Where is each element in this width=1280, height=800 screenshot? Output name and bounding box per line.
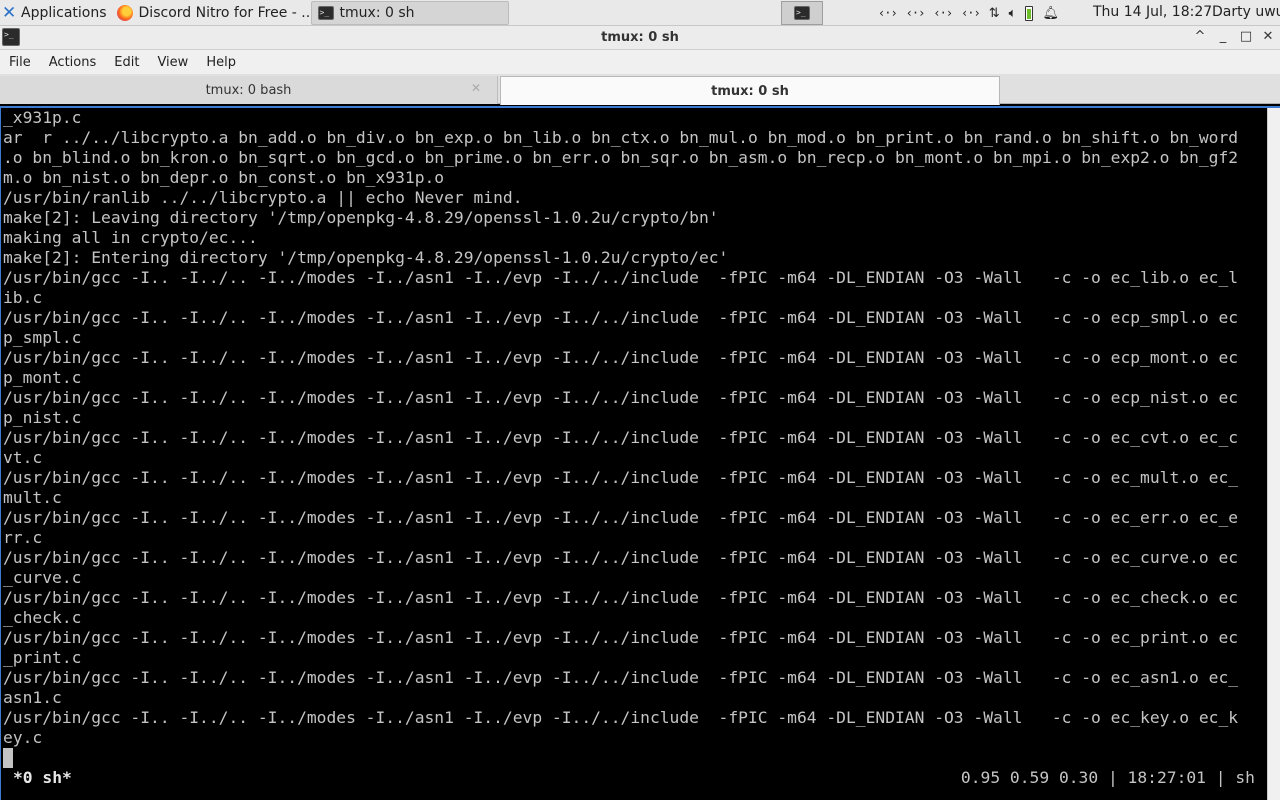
terminal-view[interactable]: _x931p.c ar r ../../libcrypto.a bn_add.o … <box>0 106 1280 800</box>
tab-label: tmux: 0 bash <box>205 82 292 98</box>
network-icon[interactable]: ‹·› <box>878 6 898 20</box>
workspace-switcher[interactable]: >_ <box>781 1 823 25</box>
terminal-line: ey.c <box>3 728 43 747</box>
close-tab-icon[interactable]: ✕ <box>471 81 481 95</box>
window-titlebar[interactable]: >_ tmux: 0 sh ^ _ □ ✕ <box>0 26 1280 50</box>
terminal-line: p_smpl.c <box>3 328 82 347</box>
xfce-logo-icon: ✕ <box>2 2 17 23</box>
menu-actions[interactable]: Actions <box>40 55 106 70</box>
network-icon[interactable]: ‹·› <box>933 6 953 20</box>
terminal-line: asn1.c <box>3 688 62 707</box>
menu-edit[interactable]: Edit <box>105 55 148 70</box>
applications-menu[interactable]: ✕ Applications <box>0 0 111 26</box>
maximize-roll-button[interactable]: ^ <box>1192 29 1208 44</box>
terminal-line: /usr/bin/gcc -I.. -I../.. -I../modes -I.… <box>3 708 1239 727</box>
terminal-line: /usr/bin/gcc -I.. -I../.. -I../modes -I.… <box>3 508 1239 527</box>
tab-bash[interactable]: tmux: 0 bash ✕ <box>0 76 498 104</box>
window-title: tmux: 0 sh <box>601 30 679 45</box>
terminal-line: _x931p.c <box>3 108 82 127</box>
terminal-line: _curve.c <box>3 568 82 587</box>
terminal-line: rr.c <box>3 528 43 547</box>
terminal-line: vt.c <box>3 448 43 467</box>
menu-help[interactable]: Help <box>197 55 245 70</box>
taskbar-item-browser[interactable]: Discord Nitro for Free - ... <box>111 1 311 25</box>
terminal-line: /usr/bin/gcc -I.. -I../.. -I../modes -I.… <box>3 628 1239 647</box>
transfer-arrows-icon[interactable]: ⇅ <box>989 6 1000 21</box>
menu-view[interactable]: View <box>148 55 197 70</box>
maximize-button[interactable]: □ <box>1238 29 1254 44</box>
battery-icon[interactable] <box>1025 5 1034 21</box>
terminal-line: m.o bn_nist.o bn_depr.o bn_const.o bn_x9… <box>3 168 445 187</box>
terminal-line: /usr/bin/gcc -I.. -I../.. -I../modes -I.… <box>3 668 1239 687</box>
terminal-line: mult.c <box>3 488 62 507</box>
terminal-line: _print.c <box>3 648 82 667</box>
terminal-line: /usr/bin/gcc -I.. -I../.. -I../modes -I.… <box>3 588 1239 607</box>
terminal-line: ib.c <box>3 288 43 307</box>
tab-bar: tmux: 0 bash ✕ tmux: 0 sh <box>0 74 1280 105</box>
terminal-cursor <box>3 748 13 768</box>
terminal-line: make[2]: Leaving directory '/tmp/openpkg… <box>3 208 719 227</box>
terminal-line: /usr/bin/gcc -I.. -I../.. -I../modes -I.… <box>3 468 1239 487</box>
terminal-line: make[2]: Entering directory '/tmp/openpk… <box>3 248 729 267</box>
terminal-line: p_nist.c <box>3 408 82 427</box>
tmux-window-indicator: *0 sh* <box>13 768 72 787</box>
taskbar-item-label: Discord Nitro for Free - ... <box>138 4 311 21</box>
menu-file[interactable]: File <box>0 55 40 70</box>
taskbar-item-label: tmux: 0 sh <box>339 4 415 21</box>
terminal-line: _check.c <box>3 608 82 627</box>
network-icon[interactable]: ‹·› <box>906 6 926 20</box>
tmux-status-bar: *0 sh* 0.95 0.59 0.30 | 18:27:01 | sh <box>1 768 1267 788</box>
terminal-line: .o bn_blind.o bn_kron.o bn_sqrt.o bn_gcd… <box>3 148 1239 167</box>
user-menu[interactable]: Darty uwu <box>1212 4 1280 20</box>
terminal-output: _x931p.c ar r ../../libcrypto.a bn_add.o … <box>3 108 1265 768</box>
terminal-line: /usr/bin/ranlib ../../libcrypto.a || ech… <box>3 188 523 207</box>
minimize-button[interactable]: _ <box>1215 29 1231 44</box>
terminal-line: /usr/bin/gcc -I.. -I../.. -I../modes -I.… <box>3 308 1239 327</box>
terminal-line: /usr/bin/gcc -I.. -I../.. -I../modes -I.… <box>3 428 1239 447</box>
menubar: File Actions Edit View Help <box>0 50 1280 74</box>
volume-icon[interactable]: 🔈︎ <box>1009 6 1017 21</box>
tab-label: tmux: 0 sh <box>711 83 789 99</box>
applications-label: Applications <box>21 4 107 21</box>
notification-bell-icon[interactable]: 🔔︎ <box>1042 6 1059 21</box>
terminal-icon: >_ <box>317 5 334 20</box>
network-icon[interactable]: ‹·› <box>961 6 981 20</box>
clock[interactable]: Thu 14 Jul, 18:27 <box>1093 4 1212 20</box>
tmux-status-right: 0.95 0.59 0.30 | 18:27:01 | sh <box>960 768 1255 787</box>
terminal-icon: >_ <box>794 6 810 20</box>
terminal-line: p_mont.c <box>3 368 82 387</box>
terminal-line: /usr/bin/gcc -I.. -I../.. -I../modes -I.… <box>3 548 1239 567</box>
tab-sh[interactable]: tmux: 0 sh <box>500 76 1000 105</box>
terminal-line: ar r ../../libcrypto.a bn_add.o bn_div.o… <box>3 128 1239 147</box>
firefox-icon <box>116 4 133 21</box>
top-panel: ✕ Applications Discord Nitro for Free - … <box>0 0 1280 26</box>
terminal-scrollbar[interactable] <box>1267 108 1280 800</box>
taskbar-item-terminal[interactable]: >_ tmux: 0 sh <box>310 0 509 25</box>
terminal-line: /usr/bin/gcc -I.. -I../.. -I../modes -I.… <box>3 348 1239 367</box>
terminal-line: making all in crypto/ec... <box>3 228 258 247</box>
terminal-line: /usr/bin/gcc -I.. -I../.. -I../modes -I.… <box>3 268 1239 287</box>
close-button[interactable]: ✕ <box>1260 29 1276 44</box>
system-tray: ‹·› ‹·› ‹·› ‹·› ⇅ 🔈︎ 🔔︎ <box>878 0 1059 26</box>
terminal-line: /usr/bin/gcc -I.. -I../.. -I../modes -I.… <box>3 388 1239 407</box>
